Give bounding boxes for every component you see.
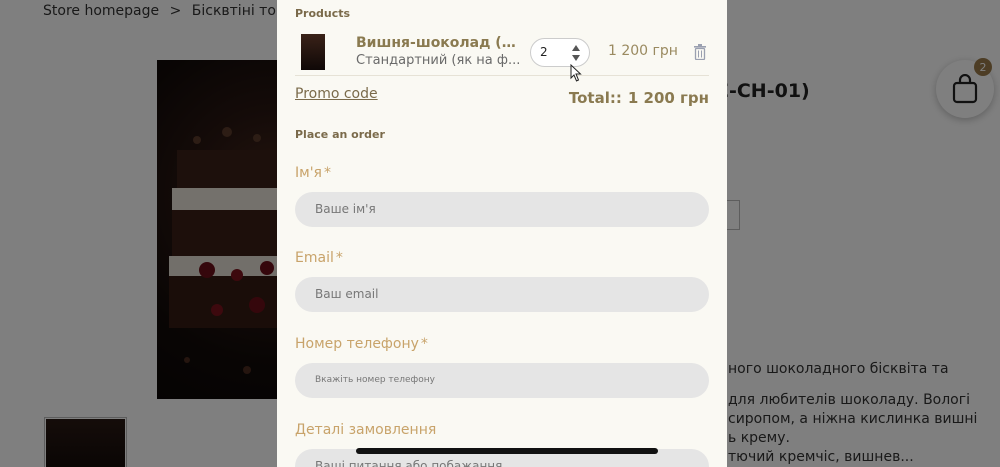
place-order-heading: Place an order [295, 128, 385, 141]
total-value: 1 200 грн [627, 89, 709, 107]
phone-label: Номер телефону * [295, 336, 428, 352]
mouse-cursor-icon [570, 64, 582, 82]
email-field[interactable]: Ваш email [295, 277, 709, 312]
home-indicator [356, 448, 658, 454]
cart-item: Вишня-шоколад (CA... Стандартний (як на … [295, 30, 709, 76]
email-label: Email * [295, 250, 343, 266]
phone-label-text: Номер телефону [295, 336, 419, 352]
cart-item-thumbnail [301, 34, 325, 70]
cart-item-variant: Стандартний (як на ф... [356, 53, 521, 68]
quantity-arrows[interactable] [572, 43, 580, 63]
name-label: Ім'я * [295, 165, 331, 181]
cart-modal: Products Вишня-шоколад (CA... Стандартни… [277, 0, 727, 467]
phone-field[interactable]: Вкажіть номер телефону [295, 363, 709, 398]
cart-item-price: 1 200 грн [608, 43, 678, 59]
trash-icon[interactable] [693, 44, 707, 60]
promo-code-link[interactable]: Promo code [295, 86, 378, 102]
quantity-stepper[interactable]: 2 [530, 38, 590, 67]
products-heading: Products [295, 7, 351, 20]
name-field[interactable]: Ваше ім'я [295, 192, 709, 227]
name-label-text: Ім'я [295, 165, 322, 181]
increment-arrow-icon[interactable] [572, 45, 580, 51]
email-label-text: Email [295, 250, 334, 266]
required-marker: * [420, 336, 428, 352]
quantity-value: 2 [540, 45, 548, 59]
order-total: Total:: 1 200 грн [569, 89, 709, 107]
order-details-label: Деталі замовлення [295, 422, 438, 438]
required-marker: * [335, 250, 343, 266]
cart-item-name[interactable]: Вишня-шоколад (CA... [356, 35, 524, 51]
decrement-arrow-icon[interactable] [572, 55, 580, 61]
order-details-label-text: Деталі замовлення [295, 422, 437, 438]
required-marker: * [323, 165, 331, 181]
total-label: Total:: [568, 89, 622, 107]
